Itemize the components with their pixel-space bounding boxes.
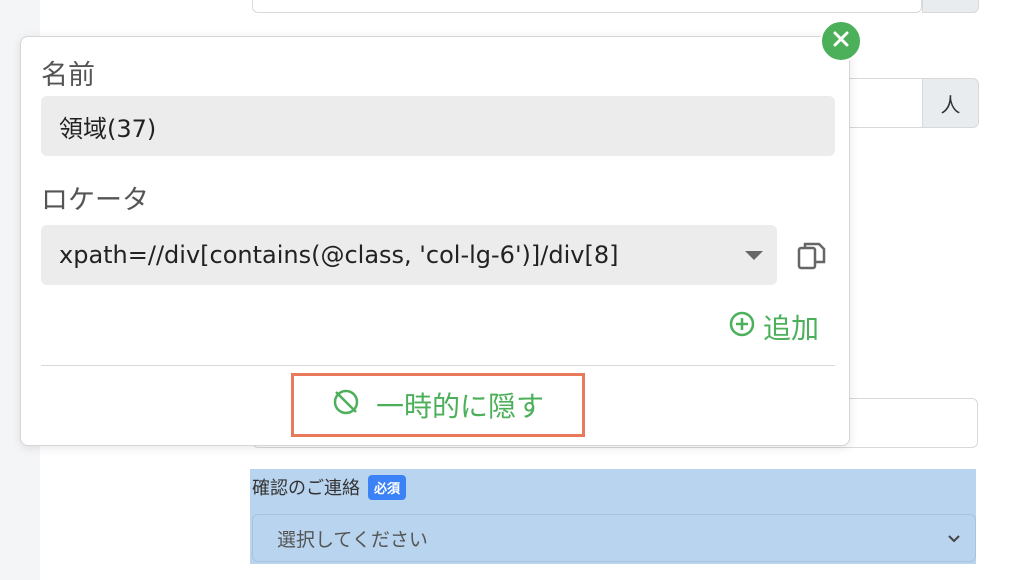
copy-icon[interactable] bbox=[795, 239, 829, 273]
close-icon bbox=[831, 29, 851, 53]
name-field[interactable]: 領域(37) bbox=[41, 96, 835, 156]
confirmation-field-label: 確認のご連絡 必須 bbox=[252, 474, 407, 500]
hide-temporarily-button[interactable]: 一時的に隠す bbox=[291, 373, 585, 437]
page: 人 確認のご連絡 必須 選択してください 名前 領域(37) ロケータ xpat… bbox=[0, 0, 1010, 580]
close-button[interactable] bbox=[820, 20, 862, 62]
confirmation-select[interactable]: 選択してください bbox=[252, 514, 976, 562]
unit-addon: 人 bbox=[922, 78, 979, 128]
add-locator-button[interactable]: 追加 bbox=[729, 307, 819, 347]
confirmation-label-text: 確認のご連絡 bbox=[252, 478, 360, 499]
required-badge: 必須 bbox=[368, 474, 407, 500]
divider bbox=[41, 365, 835, 366]
locator-label: ロケータ bbox=[41, 185, 149, 216]
hide-slash-icon bbox=[332, 388, 376, 423]
chevron-down-icon bbox=[947, 529, 961, 548]
dropdown-arrow-icon bbox=[745, 251, 763, 260]
plus-circle-icon bbox=[729, 311, 763, 344]
select-placeholder: 選択してください bbox=[277, 528, 428, 551]
locator-value: xpath=//div[contains(@class, 'col-lg-6')… bbox=[59, 241, 619, 269]
locator-select[interactable]: xpath=//div[contains(@class, 'col-lg-6')… bbox=[41, 225, 777, 285]
background-input-count[interactable] bbox=[840, 78, 923, 128]
hide-label: 一時的に隠す bbox=[375, 390, 544, 423]
add-label: 追加 bbox=[763, 312, 820, 345]
name-label: 名前 bbox=[41, 60, 95, 91]
background-addon-top bbox=[922, 0, 979, 13]
locator-popup: 名前 領域(37) ロケータ xpath=//div[contains(@cla… bbox=[20, 36, 850, 446]
background-input-top[interactable] bbox=[252, 0, 922, 13]
